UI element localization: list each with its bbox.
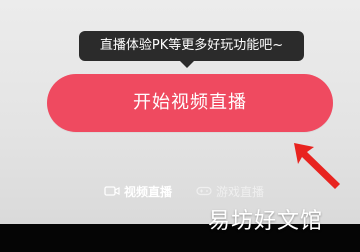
red-arrow-icon xyxy=(294,143,340,189)
watermark-text: 易坊好文馆 xyxy=(208,209,324,234)
tab-game-live-label: 游戏直播 xyxy=(216,184,265,199)
start-button-label: 开始视频直播 xyxy=(133,92,247,113)
tooltip-pointer xyxy=(180,61,194,68)
live-type-tabs: 视频直播 游戏直播 xyxy=(104,181,264,201)
tab-video-live-label: 视频直播 xyxy=(124,184,173,199)
tab-video-live[interactable]: 视频直播 xyxy=(104,183,172,200)
gamepad-icon xyxy=(196,186,212,196)
start-video-live-button[interactable]: 开始视频直播 xyxy=(47,74,333,132)
feature-tooltip: 直播体验PK等更多好玩功能吧~ xyxy=(79,31,304,61)
tab-game-live[interactable]: 游戏直播 xyxy=(196,183,264,200)
video-camera-icon xyxy=(104,186,120,196)
tooltip-text: 直播体验PK等更多好玩功能吧~ xyxy=(99,38,284,53)
